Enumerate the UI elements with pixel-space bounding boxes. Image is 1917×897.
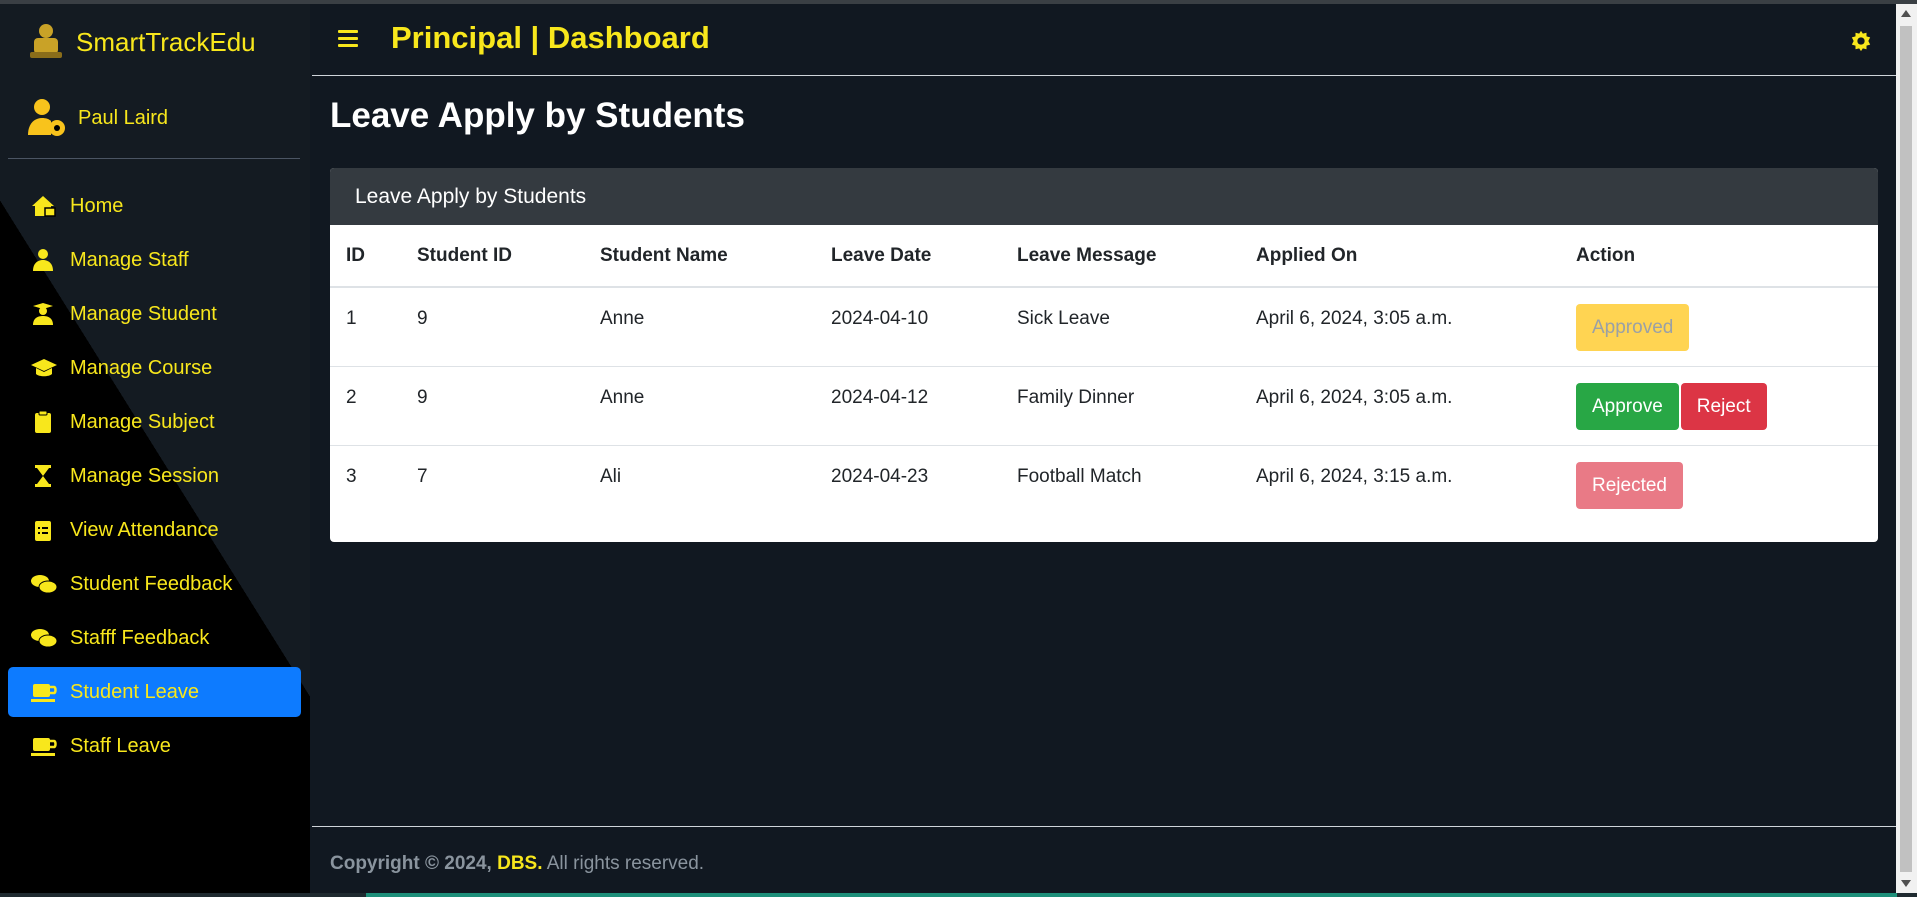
cell-action: Approve Reject bbox=[1560, 366, 1878, 446]
user-cog-icon bbox=[28, 99, 65, 136]
sidebar-item-label: Staff Leave bbox=[70, 734, 171, 757]
sidebar-item-label: Student Feedback bbox=[70, 572, 233, 595]
reject-button[interactable]: Reject bbox=[1680, 382, 1767, 430]
brand-link[interactable]: SmartTrackEdu bbox=[26, 18, 256, 66]
user-name: Paul Laird bbox=[78, 106, 169, 129]
sidebar-item-view-attendance[interactable]: View Attendance bbox=[8, 505, 301, 555]
col-header-leave-message: Leave Message bbox=[1001, 225, 1240, 288]
gear-icon[interactable] bbox=[1850, 30, 1872, 52]
cell-leave-date: 2024-04-23 bbox=[831, 465, 929, 487]
sidebar-divider bbox=[8, 158, 300, 159]
cell-applied-on: April 6, 2024, 3:05 a.m. bbox=[1240, 366, 1560, 446]
scroll-down-arrow-icon[interactable] bbox=[1901, 880, 1911, 887]
sidebar-item-student-leave[interactable]: Student Leave bbox=[8, 667, 301, 717]
sidebar-item-manage-subject[interactable]: Manage Subject bbox=[8, 397, 301, 447]
footer-text: Copyright © 2024, DBS. All rights reserv… bbox=[330, 853, 704, 875]
col-header-student-id: Student ID bbox=[401, 225, 584, 288]
col-header-id: ID bbox=[330, 225, 401, 288]
card-header: Leave Apply by Students bbox=[330, 168, 1878, 225]
sidebar-item-manage-course[interactable]: Manage Course bbox=[8, 343, 301, 393]
col-header-student-name: Student Name bbox=[584, 225, 815, 288]
cell-leave-message: Sick Leave bbox=[1001, 287, 1240, 367]
table-header-row: ID Student ID Student Name Leave Date Le… bbox=[330, 225, 1878, 288]
window-bottom-strip bbox=[0, 893, 1917, 897]
rejected-status-button: Rejected bbox=[1576, 461, 1683, 509]
user-tie-icon bbox=[33, 249, 53, 271]
footer: Copyright © 2024, DBS. All rights reserv… bbox=[312, 826, 1896, 893]
menu-toggle-icon[interactable] bbox=[338, 30, 358, 48]
scrollbar-thumb[interactable] bbox=[1900, 26, 1912, 872]
sidebar-item-manage-staff[interactable]: Manage Staff bbox=[8, 235, 301, 285]
cell-leave-date: 2024-04-10 bbox=[815, 287, 1001, 367]
cell-student-name: Ali bbox=[600, 465, 622, 487]
sidebar-item-manage-student[interactable]: Manage Student bbox=[8, 289, 301, 339]
cell-id: 2 bbox=[330, 366, 401, 446]
sidebar-item-label: Manage Subject bbox=[70, 410, 215, 433]
col-header-leave-date: Leave Date bbox=[815, 225, 1001, 288]
brand-logo-icon bbox=[30, 24, 62, 58]
cell-id: 3 bbox=[346, 465, 357, 487]
sidebar-item-label: Manage Course bbox=[70, 356, 213, 379]
leave-card: Leave Apply by Students ID Student ID St… bbox=[330, 168, 1878, 542]
page-title: Leave Apply by Students bbox=[330, 96, 745, 135]
brand-name: SmartTrackEdu bbox=[76, 26, 256, 57]
footer-brand-link[interactable]: DBS. bbox=[497, 853, 542, 874]
cell-id: 1 bbox=[330, 287, 401, 367]
sidebar-item-label: Manage Staff bbox=[70, 248, 189, 271]
comments-icon bbox=[31, 629, 58, 648]
mug-icon bbox=[31, 684, 57, 702]
table-row: 3 7 Ali 2024-04-23 Football Match April … bbox=[330, 445, 1878, 524]
sidebar-item-label: Manage Session bbox=[70, 464, 219, 487]
cell-applied-on: April 6, 2024, 3:05 a.m. bbox=[1240, 287, 1560, 367]
col-header-applied-on: Applied On bbox=[1240, 225, 1560, 288]
page-scrollbar[interactable] bbox=[1896, 4, 1917, 893]
table-row: 2 9 Anne 2024-04-12 Family Dinner April … bbox=[330, 366, 1878, 446]
cell-action: Rejected bbox=[1560, 445, 1878, 524]
header-title: Principal | Dashboard bbox=[391, 20, 710, 55]
approved-status-button: Approved bbox=[1576, 304, 1690, 351]
sidebar-item-label: Home bbox=[70, 194, 124, 217]
mug-icon bbox=[31, 738, 57, 756]
col-header-action: Action bbox=[1560, 225, 1878, 288]
cell-applied-on: April 6, 2024, 3:15 a.m. bbox=[1256, 465, 1453, 487]
cell-leave-message: Family Dinner bbox=[1001, 366, 1240, 446]
footer-rights: All rights reserved. bbox=[546, 853, 705, 874]
top-header: Principal | Dashboard bbox=[312, 4, 1896, 76]
sidebar-item-manage-session[interactable]: Manage Session bbox=[8, 451, 301, 501]
graduation-cap-icon bbox=[31, 359, 57, 377]
sidebar-item-label: View Attendance bbox=[70, 518, 219, 541]
clipboard-icon bbox=[35, 410, 51, 433]
sidebar-item-staff-leave[interactable]: Staff Leave bbox=[8, 721, 301, 771]
sidebar-item-label: Manage Student bbox=[70, 302, 217, 325]
cell-student-name: Anne bbox=[584, 366, 815, 446]
sidebar-item-label: Student Leave bbox=[70, 680, 199, 703]
cell-student-id: 7 bbox=[417, 465, 428, 487]
cell-student-id: 9 bbox=[401, 366, 584, 446]
hourglass-icon bbox=[35, 465, 51, 487]
cell-action: Approved bbox=[1560, 287, 1878, 367]
sidebar: SmartTrackEdu Paul Laird Home Manage Sta… bbox=[0, 4, 310, 893]
sidebar-item-home[interactable]: Home bbox=[8, 181, 301, 231]
sidebar-item-staff-feedback[interactable]: Stafff Feedback bbox=[8, 613, 301, 663]
leave-table: ID Student ID Student Name Leave Date Le… bbox=[330, 225, 1878, 524]
cell-leave-message: Football Match bbox=[1017, 465, 1142, 487]
clipboard-list-icon bbox=[35, 521, 51, 541]
sidebar-nav: Home Manage Staff Manage Student Manage … bbox=[8, 181, 301, 775]
scroll-up-arrow-icon[interactable] bbox=[1901, 10, 1911, 17]
cell-leave-date: 2024-04-12 bbox=[815, 366, 1001, 446]
sidebar-item-student-feedback[interactable]: Student Feedback bbox=[8, 559, 301, 609]
footer-copyright: Copyright © 2024, bbox=[330, 853, 492, 874]
cell-student-name: Anne bbox=[584, 287, 815, 367]
table-row: 1 9 Anne 2024-04-10 Sick Leave April 6, … bbox=[330, 287, 1878, 367]
cell-student-id: 9 bbox=[401, 287, 584, 367]
home-icon bbox=[32, 196, 56, 217]
sidebar-item-label: Stafff Feedback bbox=[70, 626, 210, 649]
approve-button[interactable]: Approve bbox=[1576, 382, 1679, 430]
user-graduate-icon bbox=[33, 303, 53, 325]
comments-icon bbox=[31, 575, 58, 594]
user-panel[interactable]: Paul Laird bbox=[26, 94, 168, 142]
